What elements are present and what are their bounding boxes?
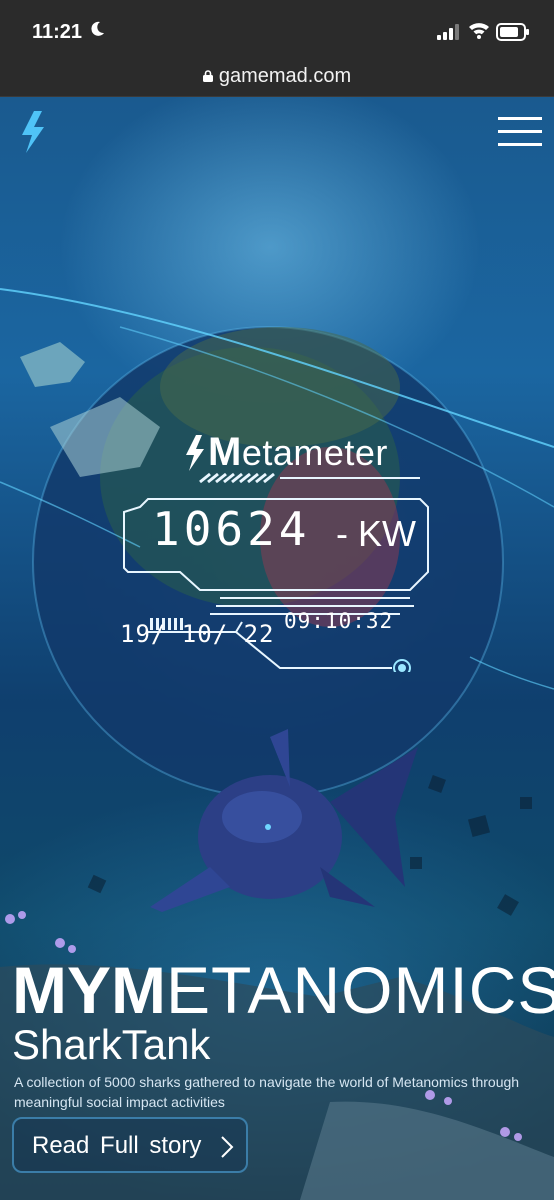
metameter-value: 10624: [152, 502, 311, 556]
status-bar: 11:21: [0, 0, 554, 62]
cellular-signal-icon: [437, 24, 459, 40]
metameter-title-initial: M: [208, 430, 242, 474]
hamburger-menu-icon[interactable]: [498, 117, 542, 147]
url-display[interactable]: gamemad.com: [0, 65, 554, 88]
battery-icon: [496, 23, 529, 41]
hero-description: A collection of 5000 sharks gathered to …: [14, 1074, 520, 1110]
metameter-title-rest: etameter: [241, 432, 388, 473]
metameter-date: 19/ 10/ 22: [120, 620, 275, 648]
status-time: 11:21: [32, 21, 83, 43]
url-text: gamemad.com: [218, 65, 352, 87]
hero-headline: MYMETANOMICS: [12, 952, 554, 1028]
metameter-time: 09:10:32: [284, 609, 394, 633]
hero-subtitle: SharkTank: [12, 1021, 211, 1068]
metameter-unit: - KW: [336, 513, 416, 554]
address-bar[interactable]: gamemad.com: [0, 62, 554, 97]
lock-icon: [202, 70, 213, 82]
metameter-bolt-icon: [186, 435, 204, 471]
wifi-icon: [469, 23, 489, 39]
hero-page: Metameter 10624 - KW 19/ 10/ 22 09:10:32: [0, 97, 554, 1200]
headline-light: ETANOMICS: [165, 953, 554, 1027]
read-full-story-label: Read Full story: [32, 1132, 202, 1159]
moon-icon: [91, 21, 104, 36]
metameter-title: Metameter: [208, 430, 388, 475]
lightning-bolt-icon[interactable]: [20, 111, 48, 153]
read-full-story-button[interactable]: Read Full story: [12, 1117, 248, 1173]
chevron-right-icon: [221, 1136, 234, 1158]
headline-bold: MYM: [12, 953, 166, 1027]
